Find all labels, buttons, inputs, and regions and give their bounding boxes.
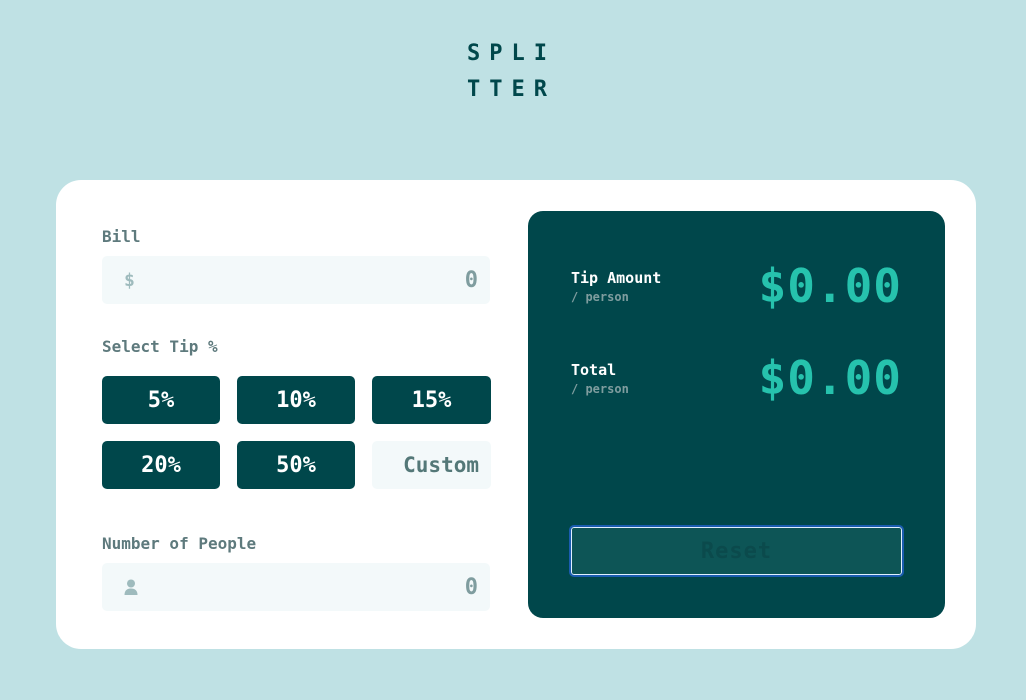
people-label: Number of People (102, 534, 257, 553)
tip-amount-per-person: / person (571, 290, 629, 304)
reset-button[interactable]: Reset (569, 525, 904, 577)
custom-tip-input[interactable] (372, 441, 491, 489)
tip-button-15[interactable]: 15% (372, 376, 491, 424)
people-input[interactable] (178, 563, 478, 611)
tip-button-10[interactable]: 10% (237, 376, 355, 424)
tip-amount-title: Tip Amount (571, 269, 662, 287)
total-title: Total (571, 361, 617, 379)
people-field[interactable] (102, 563, 490, 611)
select-tip-label: Select Tip % (102, 337, 218, 356)
tip-button-5[interactable]: 5% (102, 376, 220, 424)
app-logo: SPLI TTER (467, 36, 567, 108)
calculator-card: Bill $ Select Tip % 5% 10% 15% 20% 50% N… (56, 180, 976, 649)
results-panel: Tip Amount / person $0.00 Total / person… (528, 211, 945, 618)
logo-line-1: SPLI (467, 41, 556, 66)
bill-input[interactable] (178, 256, 478, 304)
logo-line-2: TTER (467, 77, 556, 102)
total-per-person: / person (571, 382, 629, 396)
dollar-icon: $ (124, 269, 135, 291)
tip-amount-row: Tip Amount / person $0.00 (571, 259, 902, 329)
person-icon (124, 563, 138, 611)
tip-button-50[interactable]: 50% (237, 441, 355, 489)
total-row: Total / person $0.00 (571, 351, 902, 421)
total-value: $0.00 (758, 351, 902, 405)
tip-button-20[interactable]: 20% (102, 441, 220, 489)
bill-label: Bill (102, 227, 141, 246)
tip-amount-value: $0.00 (758, 259, 902, 313)
bill-field[interactable]: $ (102, 256, 490, 304)
tip-options: 5% 10% 15% 20% 50% (102, 376, 491, 489)
